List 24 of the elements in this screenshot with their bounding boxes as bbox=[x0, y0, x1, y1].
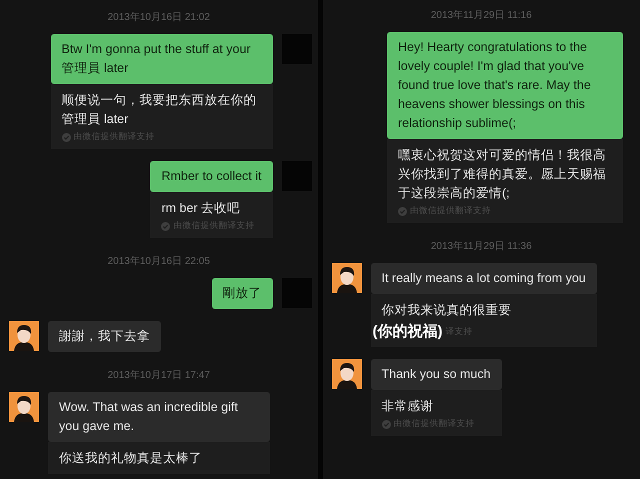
message-bubble: Wow. That was an incredible gift you gave me. bbox=[48, 392, 270, 442]
timestamp: 2013年11月29日 11:36 bbox=[430, 240, 532, 253]
translation-text: 非常感谢 bbox=[382, 398, 434, 415]
timestamp: 2013年10月16日 22:05 bbox=[108, 255, 210, 268]
overlay-caption: (你的祝福) bbox=[372, 322, 442, 341]
message-bubble: 剛放了 bbox=[212, 278, 272, 309]
message-bubble: It really means a lot coming from you bbox=[370, 263, 597, 294]
message-bubble: Thank you so much bbox=[370, 359, 502, 390]
message-bubble: Hey! Hearty congratulations to the lovely couple! I'm glad that you've found true love that's rare. May the heavens shower blessings on this relationship sublime(; bbox=[387, 32, 623, 139]
translation-text: 你送我的礼物真是太棒了 bbox=[59, 450, 203, 467]
timestamp: 2013年10月16日 21:02 bbox=[108, 11, 210, 24]
translation-text: rm ber 去收吧 bbox=[161, 200, 242, 217]
check-icon bbox=[62, 132, 70, 142]
check-icon bbox=[398, 206, 407, 216]
message-bubble: Rmber to collect it bbox=[150, 161, 272, 192]
timestamp: 2013年10月17日 17:47 bbox=[108, 369, 210, 382]
message-bubble: 謝謝，我下去拿 bbox=[48, 321, 161, 352]
check-icon bbox=[382, 420, 390, 428]
translation-text: 你对我来说真的很重要 bbox=[382, 302, 512, 319]
message-bubble: Btw I'm gonna put the stuff at your 管理員 later bbox=[50, 34, 272, 84]
timestamp: 2013年11月29日 11:16 bbox=[430, 9, 532, 22]
translation-text: 顺便说一句，我要把东西放在你的管理員 later bbox=[62, 92, 258, 128]
check-icon bbox=[161, 222, 170, 230]
translation-text: 嘿衷心祝贺这对可爱的情侣！我很高兴你找到了难得的真爱。愿上天赐福于这段崇高的爱情(; bbox=[398, 147, 607, 202]
